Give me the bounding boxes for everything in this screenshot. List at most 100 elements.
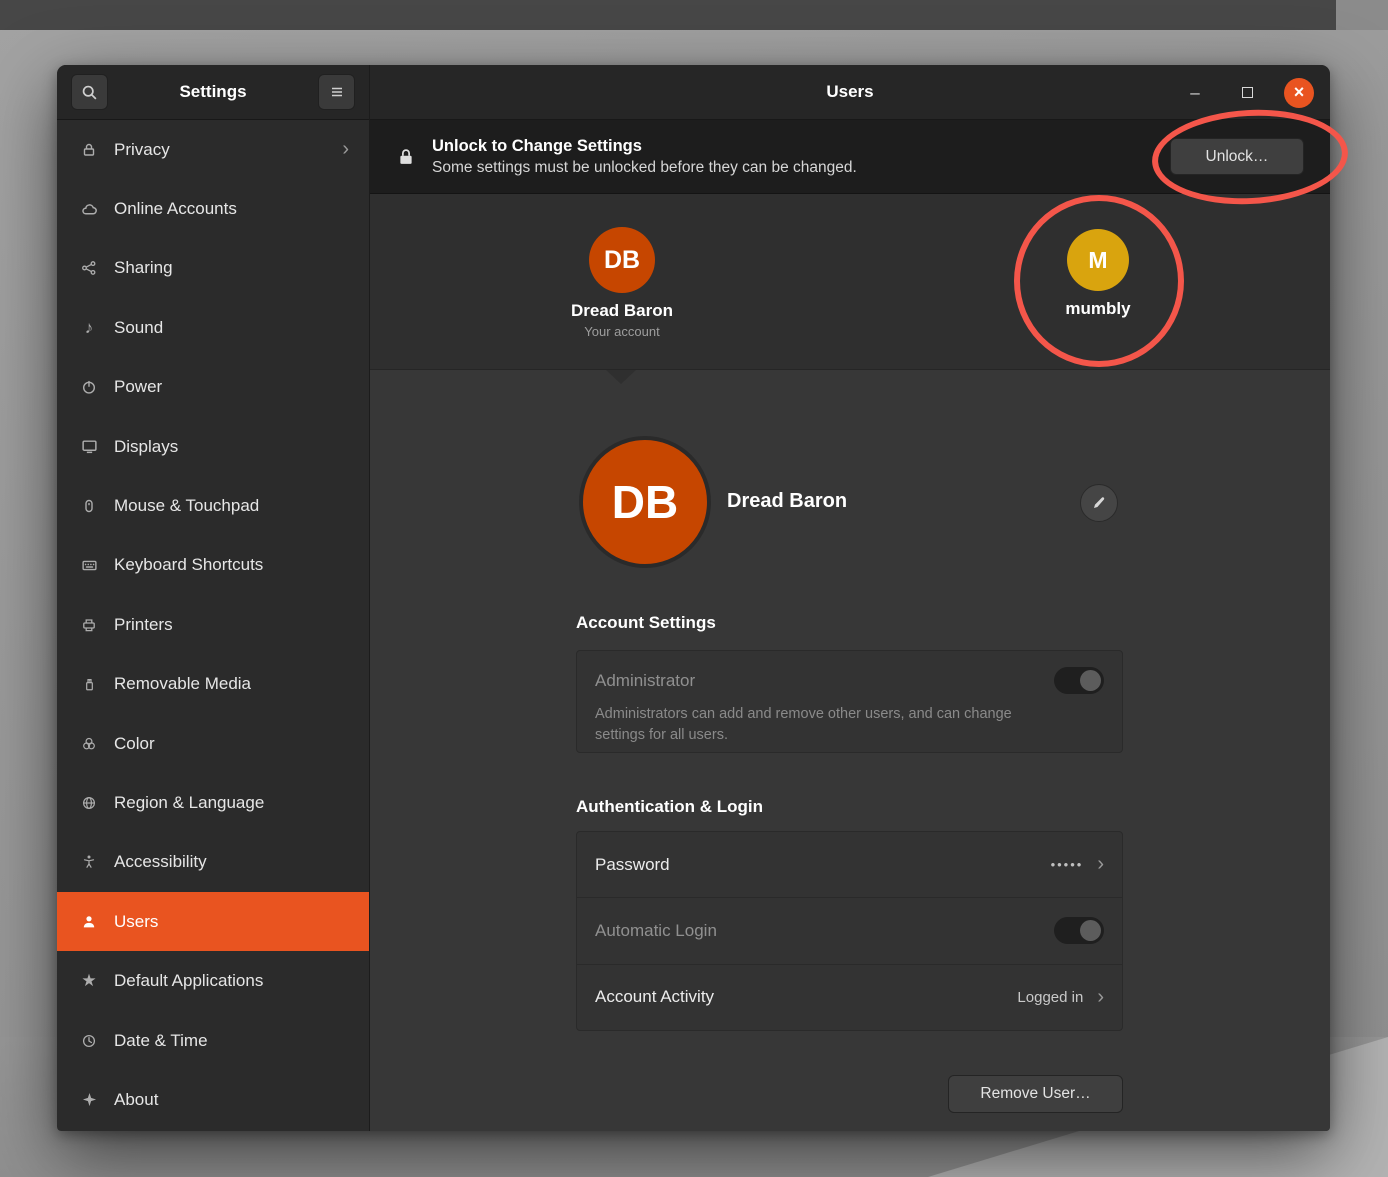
automatic-login-toggle[interactable] (1054, 917, 1104, 944)
administrator-card: Administrator Administrators can add and… (576, 650, 1123, 753)
sidebar-item-label: Privacy (114, 140, 170, 160)
window-controls: – × (1180, 65, 1314, 120)
sidebar-item-label: Users (114, 912, 158, 932)
auth-card: Password ••••• › Automatic Login Account… (576, 831, 1123, 1031)
music-note-icon: ♪ (79, 318, 99, 338)
lock-icon (79, 142, 99, 158)
sidebar-item-privacy[interactable]: Privacy › (57, 120, 369, 179)
settings-window: Settings Privacy (57, 65, 1330, 1131)
toggle-knob (1080, 670, 1101, 691)
chevron-right-icon: › (1097, 853, 1104, 876)
unlock-button[interactable]: Unlock… (1170, 138, 1304, 175)
remove-user-button[interactable]: Remove User… (948, 1075, 1123, 1113)
user-name: mumbly (988, 299, 1208, 319)
sidebar-item-date-time[interactable]: Date & Time (57, 1011, 369, 1070)
sidebar-header: Settings (57, 65, 369, 120)
edit-avatar-button[interactable] (1080, 484, 1118, 522)
hamburger-icon (329, 84, 345, 100)
accessibility-icon (79, 854, 99, 870)
flash-drive-icon (79, 677, 99, 692)
toggle-knob (1080, 920, 1101, 941)
automatic-login-label: Automatic Login (595, 921, 717, 941)
sidebar-item-mouse-touchpad[interactable]: Mouse & Touchpad (57, 476, 369, 535)
sidebar-item-displays[interactable]: Displays (57, 417, 369, 476)
password-row[interactable]: Password ••••• › (577, 832, 1122, 898)
sidebar-item-label: Removable Media (114, 674, 251, 694)
avatar: DB (589, 227, 655, 293)
account-activity-value: Logged in (1017, 989, 1083, 1006)
main-panel: Users – × Unlock to Change Settings Some (370, 65, 1330, 1131)
sidebar-item-label: Region & Language (114, 793, 264, 813)
sidebar-item-label: Sharing (114, 258, 173, 278)
sidebar-item-power[interactable]: Power (57, 358, 369, 417)
sidebar-item-printers[interactable]: Printers (57, 595, 369, 654)
color-wheel-icon (79, 736, 99, 752)
chevron-right-icon: › (1097, 986, 1104, 1009)
maximize-button[interactable] (1232, 78, 1262, 108)
account-activity-row[interactable]: Account Activity Logged in › (577, 965, 1122, 1030)
sidebar-item-label: About (114, 1090, 158, 1110)
clock-icon (79, 1033, 99, 1049)
sidebar-item-label: Printers (114, 615, 173, 635)
sidebar-item-region-language[interactable]: Region & Language (57, 773, 369, 832)
share-icon (79, 260, 99, 276)
account-activity-label: Account Activity (595, 987, 714, 1007)
sidebar-item-label: Default Applications (114, 971, 263, 991)
administrator-toggle[interactable] (1054, 667, 1104, 694)
pencil-icon (1091, 495, 1107, 511)
sidebar-item-label: Online Accounts (114, 199, 237, 219)
search-icon (81, 84, 98, 101)
banner-subtitle: Some settings must be unlocked before th… (432, 159, 857, 177)
cloud-icon (79, 201, 99, 218)
sparkle-icon (79, 1092, 99, 1107)
sidebar-item-label: Mouse & Touchpad (114, 496, 259, 516)
user-name: Dread Baron (512, 301, 732, 321)
mouse-icon (79, 498, 99, 514)
printer-icon (79, 617, 99, 633)
page-title: Users (826, 82, 873, 102)
carousel-user-other[interactable]: M mumbly (988, 194, 1208, 319)
wallpaper-shape (0, 0, 1336, 30)
minimize-button[interactable]: – (1180, 78, 1210, 108)
sidebar-title: Settings (108, 82, 318, 102)
user-subtitle: Your account (512, 324, 732, 339)
wallpaper-shape (1336, 0, 1388, 30)
sidebar-item-default-applications[interactable]: ★ Default Applications (57, 951, 369, 1010)
sidebar-item-removable-media[interactable]: Removable Media (57, 655, 369, 714)
maximize-icon (1242, 87, 1253, 98)
carousel-user-current[interactable]: DB Dread Baron Your account (512, 194, 732, 339)
section-heading-auth-login: Authentication & Login (576, 797, 763, 817)
sidebar-item-label: Date & Time (114, 1031, 208, 1051)
sidebar-item-color[interactable]: Color (57, 714, 369, 773)
sidebar-item-online-accounts[interactable]: Online Accounts (57, 179, 369, 238)
password-label: Password (595, 855, 670, 875)
users-icon (79, 914, 99, 930)
power-icon (79, 379, 99, 395)
sidebar-item-about[interactable]: About (57, 1070, 369, 1129)
display-icon (79, 438, 99, 455)
user-detail-panel: DB Dread Baron Account Settings Administ… (370, 370, 1330, 1131)
profile-avatar: DB (579, 436, 711, 568)
sidebar-item-sound[interactable]: ♪ Sound (57, 298, 369, 357)
menu-button[interactable] (318, 74, 355, 110)
automatic-login-row: Automatic Login (577, 898, 1122, 964)
sidebar-list: Privacy › Online Accounts (57, 120, 369, 1131)
sidebar-item-users[interactable]: Users (57, 892, 369, 951)
profile-name: Dread Baron (727, 490, 847, 513)
administrator-description: Administrators can add and remove other … (595, 704, 1015, 746)
sidebar-item-label: Power (114, 377, 162, 397)
selected-user-pointer (606, 370, 636, 384)
sidebar-item-accessibility[interactable]: Accessibility (57, 833, 369, 892)
search-button[interactable] (71, 74, 108, 110)
sidebar-item-label: Sound (114, 318, 163, 338)
sidebar-item-sharing[interactable]: Sharing (57, 239, 369, 298)
sidebar-item-label: Keyboard Shortcuts (114, 555, 263, 575)
section-heading-account-settings: Account Settings (576, 613, 716, 633)
user-carousel: DB Dread Baron Your account M mumbly (370, 194, 1330, 370)
titlebar: Users – × (370, 65, 1330, 120)
avatar: M (1067, 229, 1129, 291)
close-button[interactable]: × (1284, 78, 1314, 108)
sidebar-item-label: Accessibility (114, 852, 207, 872)
sidebar-item-keyboard-shortcuts[interactable]: Keyboard Shortcuts (57, 536, 369, 595)
chevron-right-icon: › (342, 138, 349, 161)
